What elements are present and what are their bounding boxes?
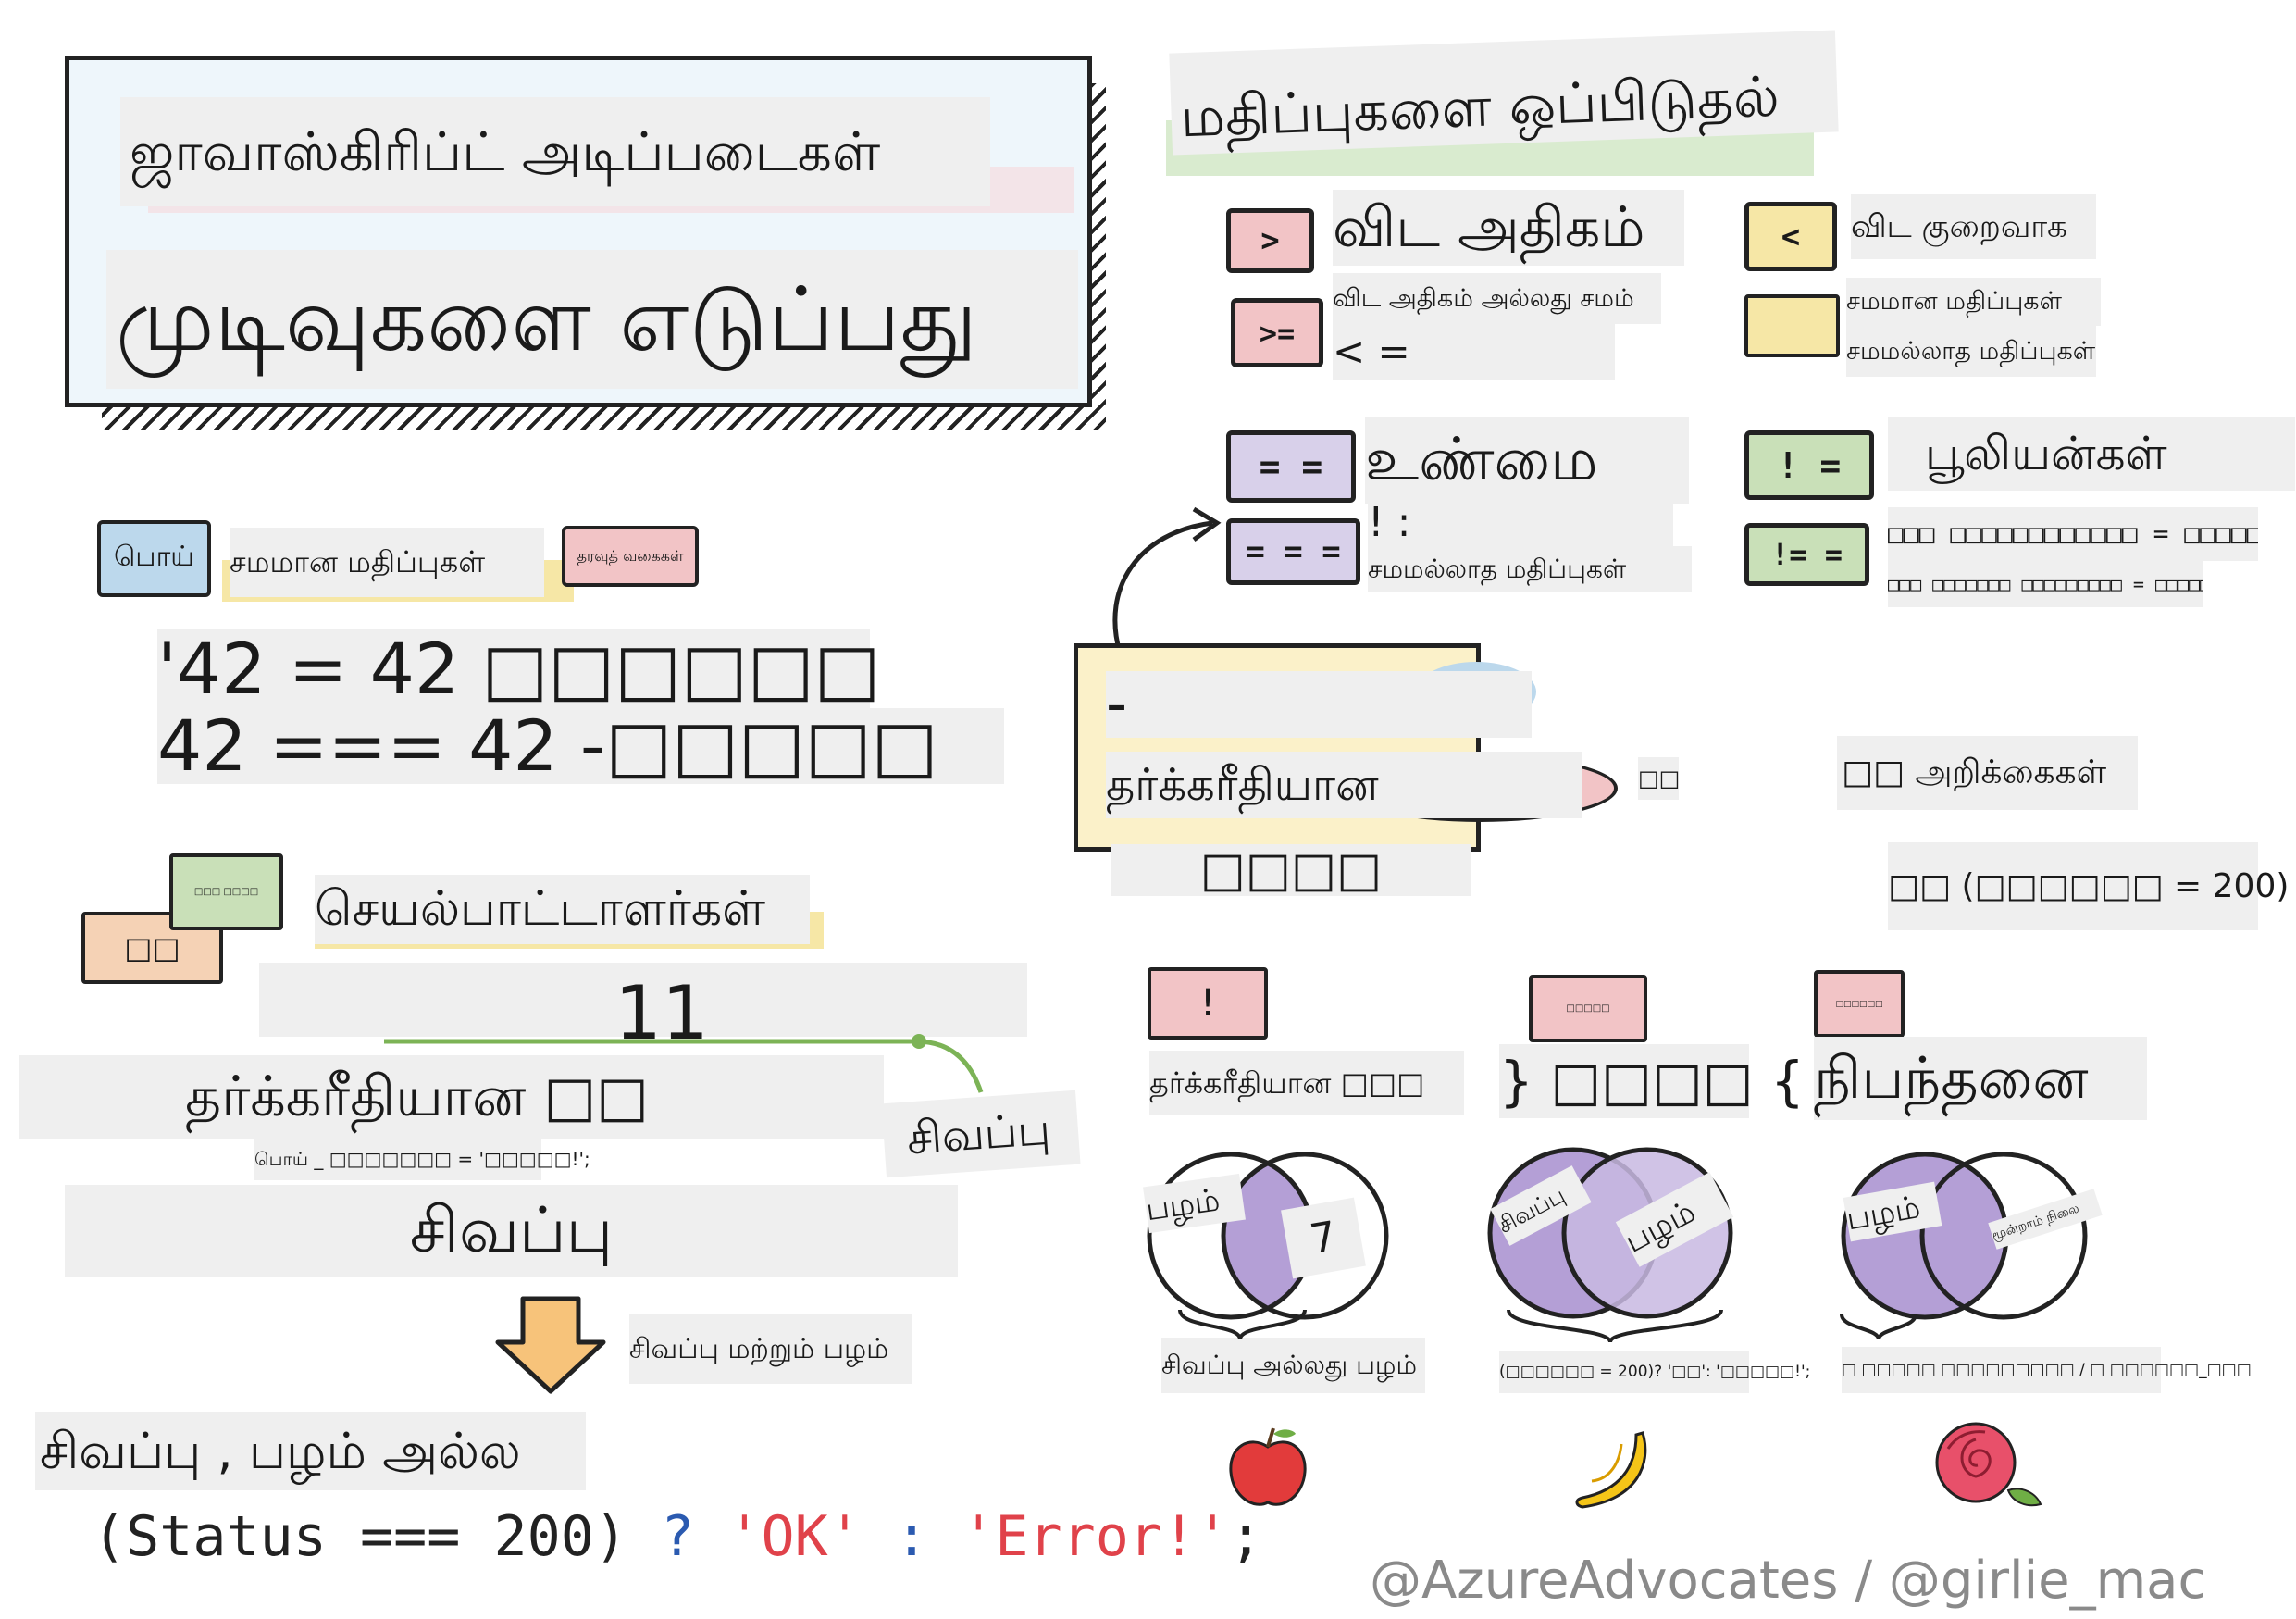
strict-neq-badge: != = [1744, 523, 1869, 586]
not-operator-label: தர்க்கரீதியான □□□ [1149, 1051, 1464, 1115]
boolean-label: பூலியன்கள் [1888, 417, 2295, 491]
and-tag-text: □□□□□ [1566, 1003, 1610, 1014]
logical-side: □□ [1638, 757, 1680, 800]
if-statements-label: □□ அறிக்கைகள் [1837, 736, 2138, 810]
code-line-2: □□□ □□□□□□□ □□□□□□□□□ = □□□□□ [1888, 561, 2203, 607]
operators-red: சிவப்பு [65, 1185, 958, 1277]
false-bubble-text: பொய் [113, 541, 195, 573]
operators-heading: செயல்பாட்டாளர்கள் [315, 875, 810, 944]
operators-bubble-left-text: □□ [124, 930, 180, 965]
ternary-expression: (Status === 200) ? 'OK' : 'Error!'; [93, 1495, 1262, 1578]
logical-arrow [1112, 506, 1222, 654]
eq-label: சமமான மதிப்புகள் [1846, 278, 2101, 326]
data-types-bubble: தரவுத் வகைகள் [562, 526, 699, 587]
strict-neq-label: சமமல்லாத மதிப்புகள் [1368, 546, 1692, 592]
rose-icon [1935, 1422, 2042, 1507]
neq-symbol: ! = [1777, 444, 1842, 486]
ternary-open: (Status === 200) [93, 1504, 627, 1569]
cond-tag: □□□□□□ [1814, 970, 1905, 1038]
gte-symbol: >= [1259, 315, 1296, 351]
ternary-error: 'Error!' [962, 1504, 1230, 1569]
equality-line-2: 42 === 42 -□□□□□ [157, 708, 1004, 784]
page-title: முடிவுகளை எடுப்பது [106, 250, 1078, 389]
gte-label: விட அதிகம் அல்லது சமம் [1333, 273, 1661, 324]
operators-bubble-right: □□□ □□□□ [169, 853, 283, 930]
logical-under: □□□□ [1111, 844, 1471, 896]
operators-logical-label: தர்க்கரீதியான □□ [19, 1055, 884, 1139]
gt-badge: > [1226, 208, 1314, 273]
equality-line-1: '42 = 42 □□□□□□ [157, 628, 881, 710]
code-line-1: □□□ □□□□□□□□□□□□ = □□□□□ [1888, 507, 2258, 561]
eq-badge [1744, 294, 1840, 357]
gte-badge: >= [1231, 298, 1323, 367]
cond-operator-label: நிபந்தனை [1814, 1037, 2147, 1120]
lt-badge: < [1744, 202, 1837, 271]
ternary-ok: 'OK' [727, 1504, 862, 1569]
lte-label: < = [1333, 324, 1615, 380]
strict-neq-symbol: != = [1770, 537, 1843, 572]
credits: @AzureAdvocates / @girlie_mac [1370, 1551, 2207, 1611]
strict-eq-badge: = = [1226, 430, 1356, 503]
venn-braces [1178, 1309, 1917, 1343]
operators-code-note: பொய் _ □□□□□□□ = '□□□□□!'; [254, 1139, 590, 1180]
data-types-text: தரவுத் வகைகள் [577, 546, 684, 565]
gt-label: விட அதிகம் [1333, 190, 1684, 266]
lt-symbol: < [1781, 218, 1801, 255]
operators-number: 11 [259, 963, 1027, 1056]
if-code: □□ (□□□□□□ = 200) { [1888, 842, 2296, 930]
logical-dash: - [1106, 671, 1532, 738]
logical-label: தர்க்கரீதியான [1106, 752, 1582, 818]
and-label: சிவப்பு மற்றும் பழம் [629, 1314, 912, 1384]
not-tag-text: ! [1199, 982, 1216, 1025]
operators-bubble-right-text: □□□ □□□□ [193, 887, 259, 897]
neq-label: சமமல்லாத மதிப்புகள் [1846, 326, 2096, 377]
venn-or-right-label: 7 [1281, 1197, 1366, 1279]
banana-icon [1575, 1431, 1647, 1509]
venn-and-caption: (□□□□□□ = 200)? '□□': '□□□□□!'; [1499, 1351, 1810, 1393]
strict-eq-symbol: = = [1259, 446, 1323, 487]
true-label: உண்மை [1365, 417, 1689, 504]
down-arrow-shape [495, 1296, 606, 1394]
green-line-dot [912, 1034, 926, 1049]
and-operator-label: } □□□□ { [1499, 1044, 1805, 1118]
title-top: ஜாவாஸ்கிரிப்ட் அடிப்படைகள் [120, 97, 990, 206]
cond-tag-text: □□□□□□ [1835, 999, 1883, 1009]
neq-badge: ! = [1744, 430, 1874, 500]
apple-icon [1229, 1427, 1307, 1506]
operators-side-note: சிவப்பு [881, 1090, 1081, 1178]
ternary-colon: : [894, 1504, 929, 1569]
and-tag: □□□□□ [1529, 975, 1647, 1042]
equal-values-label: சமமான மதிப்புகள் [230, 528, 544, 597]
gt-symbol: > [1260, 222, 1280, 259]
not-tag: ! [1148, 967, 1268, 1040]
ternary-semi: ; [1229, 1504, 1263, 1569]
ternary-q: ? [661, 1504, 695, 1569]
brace-or [1178, 1309, 1307, 1340]
title-box: ஜாவாஸ்கிரிப்ட் அடிப்படைகள் முடிவுகளை எடு… [65, 56, 1106, 430]
down-arrow [495, 1296, 606, 1394]
lt-label: விட குறைவாக [1851, 194, 2096, 259]
brace-and [1507, 1309, 1723, 1343]
strict-neq-text: ! : [1368, 495, 1673, 551]
logical-arrow-path [1112, 520, 1213, 654]
brace-cond [1840, 1314, 1917, 1340]
strict-eqq-badge: = = = [1226, 518, 1360, 585]
false-bubble: பொய் [97, 520, 211, 597]
not-label: சிவப்பு , பழம் அல்ல [35, 1412, 586, 1490]
strict-eqq-symbol: = = = [1246, 533, 1341, 570]
